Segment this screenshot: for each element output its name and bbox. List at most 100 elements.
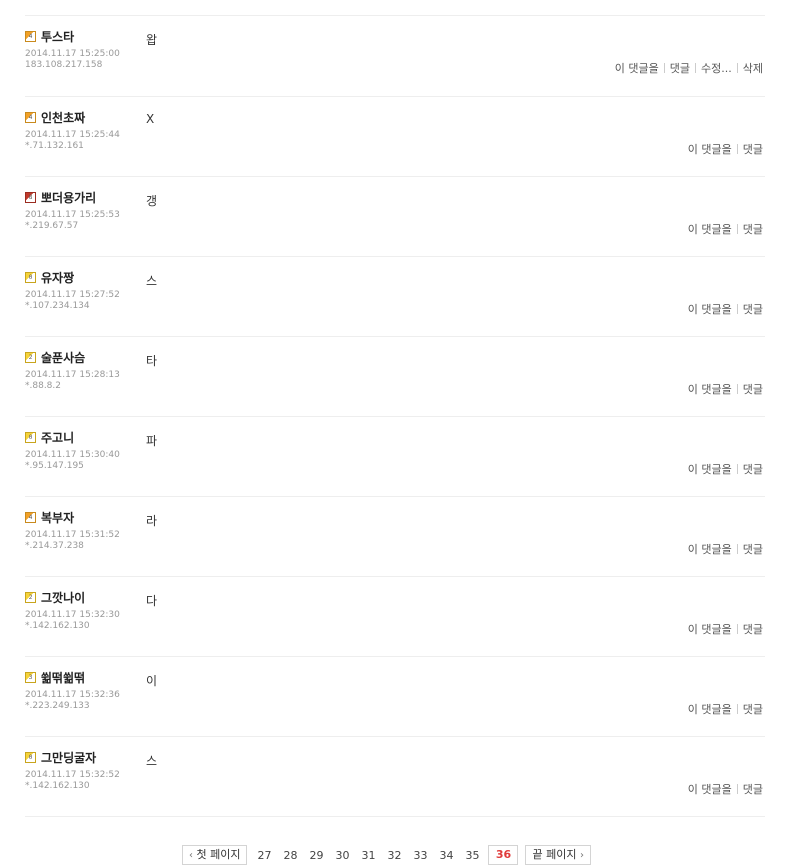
comment-datetime: 2014.11.17 15:32:36 [25, 690, 120, 700]
comment-author[interactable]: 투스타 [41, 28, 74, 45]
comment-actions: 이 댓글을 댓글 [688, 301, 763, 317]
action-divider [736, 464, 738, 474]
reply-link[interactable]: 댓글 [743, 623, 763, 636]
reply-link[interactable]: 댓글 [743, 783, 763, 796]
comment-author[interactable]: 술푼사슴 [41, 349, 85, 366]
comment-datetime: 2014.11.17 15:28:13 [25, 370, 120, 380]
reply-to-comment-link[interactable]: 이 댓글을 [688, 463, 732, 476]
delete-link[interactable]: 삭제 [743, 62, 763, 75]
first-page-button[interactable]: ‹ 첫 페이지 [182, 845, 248, 865]
comment-author[interactable]: 그만딩굴자 [41, 749, 96, 766]
page-number-link[interactable]: 32 [384, 849, 404, 862]
comment-content: 스 [146, 274, 158, 288]
comment-author[interactable]: 주고니 [41, 429, 74, 446]
comment-author[interactable]: 복부자 [41, 509, 74, 526]
comment-ip: 183.108.217.158 [25, 60, 103, 70]
comment-ip: *.214.37.238 [25, 541, 84, 551]
reply-link[interactable]: 댓글 [743, 383, 763, 396]
action-divider [736, 304, 738, 314]
comment-meta: 2014.11.17 15:32:52 *.142.162.130 [25, 770, 120, 792]
page-number-link[interactable]: 35 [462, 849, 482, 862]
comment-meta: 2014.11.17 15:31:52 *.214.37.238 [25, 530, 120, 552]
comment-content: X [146, 112, 155, 126]
comment-ip: *.219.67.57 [25, 221, 79, 231]
level-badge-icon: 3 [25, 672, 36, 683]
comment-author[interactable]: 뽀더용가리 [41, 189, 96, 206]
page-number-link[interactable]: 30 [332, 849, 352, 862]
comment-list: 4 투스타 2014.11.17 15:25:00 183.108.217.158 왑이… [25, 15, 765, 817]
comment-actions: 이 댓글을 댓글 [688, 541, 763, 557]
comment-meta: 2014.11.17 15:30:40 *.95.147.195 [25, 450, 120, 472]
action-divider [736, 704, 738, 714]
comment-content: 파 [146, 434, 158, 448]
reply-to-comment-link[interactable]: 이 댓글을 [688, 143, 732, 156]
page-number-link[interactable]: 34 [436, 849, 456, 862]
action-divider [736, 624, 738, 634]
action-divider [736, 784, 738, 794]
comment-meta: 2014.11.17 15:32:30 *.142.162.130 [25, 610, 120, 632]
comment-actions: 이 댓글을 댓글 [688, 381, 763, 397]
comment-actions: 이 댓글을 댓글 [688, 621, 763, 637]
reply-link[interactable]: 댓글 [670, 62, 690, 75]
comment-content: 이 [146, 674, 158, 688]
comment-content: 라 [146, 514, 158, 528]
level-badge-icon: 8 [25, 192, 36, 203]
chevron-right-icon: › [579, 850, 584, 861]
comment-actions: 이 댓글을 댓글 [688, 701, 763, 717]
comment-datetime: 2014.11.17 15:31:52 [25, 530, 120, 540]
reply-link[interactable]: 댓글 [743, 463, 763, 476]
reply-to-comment-link[interactable]: 이 댓글을 [688, 623, 732, 636]
comment-row: 2 술푼사슴 2014.11.17 15:28:13 *.88.8.2 타 이 댓글을 댓글 [25, 337, 765, 417]
comment-meta: 2014.11.17 15:32:36 *.223.249.133 [25, 690, 120, 712]
comment-row: 0 주고니 2014.11.17 15:30:40 *.95.147.195 파 이 댓글… [25, 417, 765, 497]
comment-datetime: 2014.11.17 15:25:00 [25, 49, 120, 59]
comment-author[interactable]: 유자짱 [41, 269, 74, 286]
comment-row: 0 그만딩굴자 2014.11.17 15:32:52 *.142.162.130 스 이… [25, 737, 765, 817]
current-page-number[interactable]: 36 [488, 845, 519, 865]
reply-to-comment-link[interactable]: 이 댓글을 [688, 703, 732, 716]
reply-link[interactable]: 댓글 [743, 223, 763, 236]
reply-to-comment-link[interactable]: 이 댓글을 [688, 783, 732, 796]
comment-datetime: 2014.11.17 15:30:40 [25, 450, 120, 460]
page-number-link[interactable]: 27 [254, 849, 274, 862]
reply-to-comment-link[interactable]: 이 댓글을 [688, 383, 732, 396]
page-number-link[interactable]: 28 [280, 849, 300, 862]
edit-link[interactable]: 수정... [701, 62, 732, 75]
comment-row: 2 그깟나이 2014.11.17 15:32:30 *.142.162.130 다 이 … [25, 577, 765, 657]
comment-actions: 이 댓글을 댓글 [688, 141, 763, 157]
comment-datetime: 2014.11.17 15:25:53 [25, 210, 120, 220]
reply-link[interactable]: 댓글 [743, 143, 763, 156]
reply-to-comment-link[interactable]: 이 댓글을 [688, 223, 732, 236]
reply-to-comment-link[interactable]: 이 댓글을 [688, 543, 732, 556]
reply-to-comment-link[interactable]: 이 댓글을 [688, 303, 732, 316]
reply-link[interactable]: 댓글 [743, 543, 763, 556]
comment-author[interactable]: 쓂떢쓂떢 [41, 669, 85, 686]
page-number-link[interactable]: 33 [410, 849, 430, 862]
level-badge-icon: 4 [25, 112, 36, 123]
comment-row: 4 투스타 2014.11.17 15:25:00 183.108.217.158 왑이… [25, 16, 765, 97]
comment-datetime: 2014.11.17 15:32:52 [25, 770, 120, 780]
comment-content: 스 [146, 754, 158, 768]
reply-link[interactable]: 댓글 [743, 703, 763, 716]
comment-content: 갱 [146, 194, 158, 208]
last-page-label: 끝 페이지 [532, 848, 577, 861]
comment-author[interactable]: 그깟나이 [41, 589, 85, 606]
page-numbers: 27 28 29 30 31 32 33 34 35 36 [251, 845, 521, 865]
pagination: ‹ 첫 페이지 27 28 29 30 31 32 33 34 35 36 끝 페이지 › [182, 845, 591, 865]
action-divider [663, 63, 665, 73]
level-badge-icon: 4 [25, 512, 36, 523]
comment-author[interactable]: 인천초짜 [41, 109, 85, 126]
reply-to-comment-link[interactable]: 이 댓글을 [615, 62, 659, 75]
level-badge-icon: 0 [25, 272, 36, 283]
comment-meta: 2014.11.17 15:28:13 *.88.8.2 [25, 370, 120, 392]
reply-link[interactable]: 댓글 [743, 303, 763, 316]
page-number-link[interactable]: 31 [358, 849, 378, 862]
comment-meta: 2014.11.17 15:25:53 *.219.67.57 [25, 210, 120, 232]
comment-ip: *.71.132.161 [25, 141, 84, 151]
page-number-link[interactable]: 29 [306, 849, 326, 862]
comment-ip: *.95.147.195 [25, 461, 84, 471]
comment-content: 왑 [146, 33, 158, 47]
last-page-button[interactable]: 끝 페이지 › [525, 845, 591, 865]
level-badge-icon: 4 [25, 31, 36, 42]
comment-ip: *.142.162.130 [25, 621, 90, 631]
